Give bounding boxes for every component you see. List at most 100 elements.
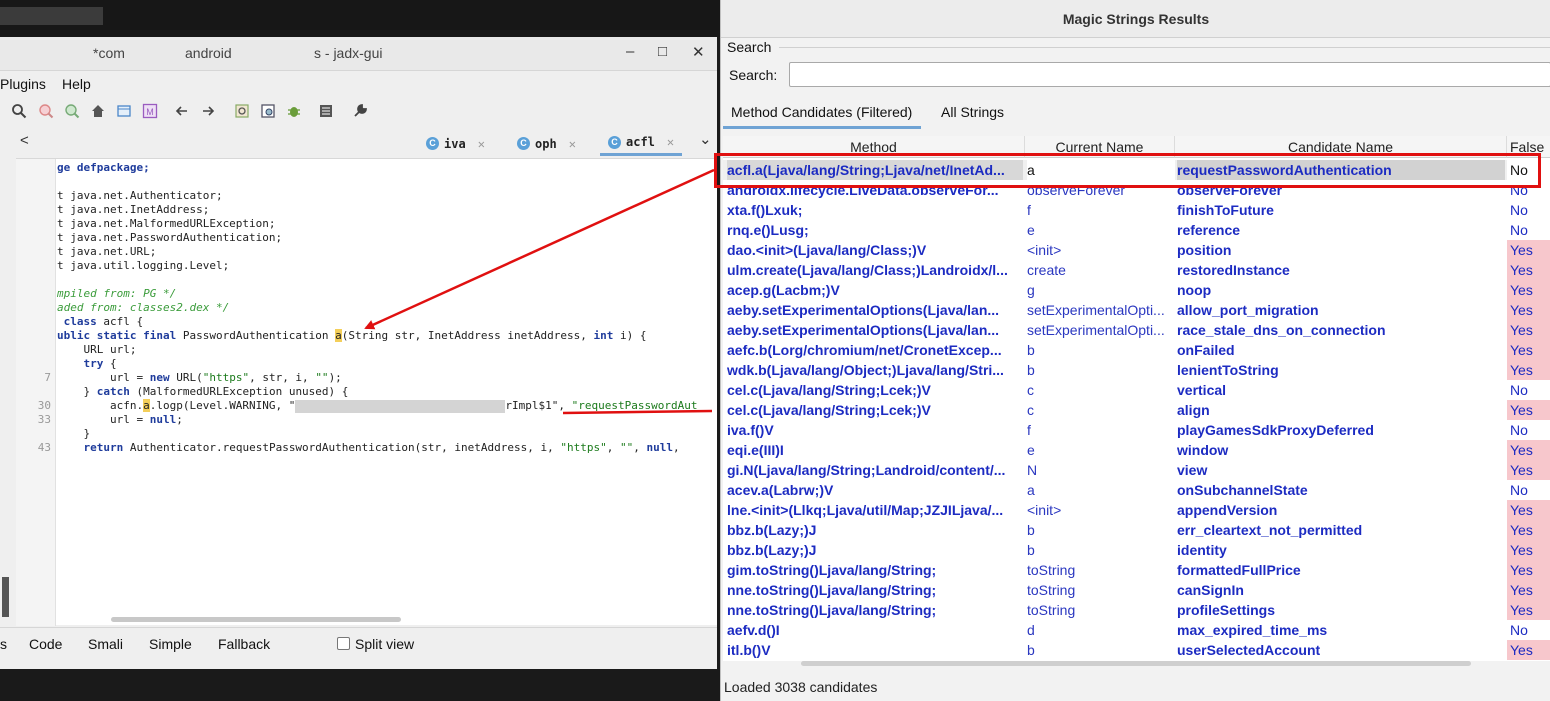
close-button[interactable]: ✕ bbox=[692, 43, 705, 61]
magic-strings-title: Magic Strings Results bbox=[721, 0, 1550, 38]
tab-fallback[interactable]: Fallback bbox=[218, 636, 270, 652]
table-row[interactable]: cel.c(Ljava/lang/String;Lcek;)V c align Yes bbox=[723, 400, 1550, 420]
annotation-highlight-box bbox=[714, 153, 1541, 188]
table-row[interactable]: gi.N(Ljava/lang/String;Landroid/content/… bbox=[723, 460, 1550, 480]
cell-false-positive: No bbox=[1510, 482, 1528, 498]
deobfuscation-icon[interactable] bbox=[258, 101, 278, 121]
table-row[interactable]: rnq.e()Lusg; e reference No bbox=[723, 220, 1550, 240]
bottom-tab-partial[interactable]: s bbox=[0, 636, 7, 652]
cell-current-name: d bbox=[1027, 622, 1035, 638]
cell-current-name: N bbox=[1027, 462, 1038, 478]
table-row[interactable]: wdk.b(Ljava/lang/Object;)Ljava/lang/Stri… bbox=[723, 360, 1550, 380]
cell-candidate-name: onSubchannelState bbox=[1177, 482, 1308, 498]
search-icon[interactable] bbox=[9, 101, 29, 121]
cell-method: aefv.d()I bbox=[727, 622, 780, 638]
table-row[interactable]: aefc.b(Lorg/chromium/net/CronetExcep... b… bbox=[723, 340, 1550, 360]
cell-candidate-name: appendVersion bbox=[1177, 502, 1278, 518]
table-row[interactable]: acep.g(Lacbm;)V g noop Yes bbox=[723, 280, 1550, 300]
minimize-button[interactable]: – bbox=[626, 43, 634, 60]
search-input[interactable] bbox=[789, 62, 1550, 87]
table-row[interactable]: iva.f()V f playGamesSdkProxyDeferred No bbox=[723, 420, 1550, 440]
cell-method: wdk.b(Ljava/lang/Object;)Ljava/lang/Stri… bbox=[727, 362, 1004, 378]
request-password-string: "requestPasswordAut bbox=[571, 399, 698, 412]
table-row[interactable]: nne.toString()Ljava/lang/String; toString… bbox=[723, 580, 1550, 600]
tab-smali[interactable]: Smali bbox=[88, 636, 123, 652]
home-icon[interactable] bbox=[88, 101, 108, 121]
table-row[interactable]: dao.<init>(Ljava/lang/Class;)V <init> posi… bbox=[723, 240, 1550, 260]
table-row[interactable]: aeby.setExperimentalOptions(Ljava/lan...… bbox=[723, 320, 1550, 340]
line-number: 7 bbox=[44, 371, 51, 384]
tab-acfl[interactable]: C acfl ✕ bbox=[600, 131, 683, 156]
cell-false-positive: Yes bbox=[1507, 280, 1550, 300]
code-line-return: return Authenticator.requestPasswordAuth… bbox=[83, 441, 680, 454]
candidates-table[interactable]: Method Current Name Candidate Name False… bbox=[723, 136, 1550, 661]
cell-method: cel.c(Ljava/lang/String;Lcek;)V bbox=[727, 402, 931, 418]
table-row[interactable]: itl.b()V b userSelectedAccount Yes bbox=[723, 640, 1550, 660]
jadx-titlebar: *com android s - jadx-gui – □ ✕ bbox=[0, 37, 717, 71]
close-tab-icon[interactable]: ✕ bbox=[478, 137, 485, 151]
status-bar-text: Loaded 3038 candidates bbox=[724, 679, 878, 695]
table-row[interactable]: ulm.create(Ljava/lang/Class;)Landroidx/l… bbox=[723, 260, 1550, 280]
table-row[interactable]: cel.c(Ljava/lang/String;Lcek;)V c vertical… bbox=[723, 380, 1550, 400]
cell-false-positive: Yes bbox=[1507, 260, 1550, 280]
find-class-icon[interactable] bbox=[36, 101, 56, 121]
tab-method-candidates[interactable]: Method Candidates (Filtered) bbox=[731, 104, 912, 120]
maximize-button[interactable]: □ bbox=[658, 43, 667, 60]
debug-icon[interactable] bbox=[284, 101, 304, 121]
class-icon: C bbox=[426, 137, 439, 150]
table-row[interactable]: aeby.setExperimentalOptions(Ljava/lan...… bbox=[723, 300, 1550, 320]
search-group-label: Search bbox=[727, 39, 772, 55]
cell-current-name: b bbox=[1027, 342, 1035, 358]
code-line: t java.net.URL; bbox=[57, 245, 157, 258]
code-line: class acfl { bbox=[63, 315, 144, 328]
code-editor[interactable]: 7 30 33 43 ge defpackage; t java.net.Aut… bbox=[16, 158, 717, 626]
table-row[interactable]: nne.toString()Ljava/lang/String; toString… bbox=[723, 600, 1550, 620]
code-line: t java.net.MalformedURLException; bbox=[57, 217, 276, 230]
top-panel-widget bbox=[0, 7, 103, 25]
tab-label: acfl bbox=[626, 135, 655, 149]
tab-code[interactable]: Code bbox=[29, 636, 62, 652]
log-icon[interactable] bbox=[316, 101, 336, 121]
wrench-icon[interactable] bbox=[350, 101, 370, 121]
tab-label: iva bbox=[444, 136, 466, 151]
table-row[interactable]: acev.a(Labrw;)V a onSubchannelState No bbox=[723, 480, 1550, 500]
tab-all-strings[interactable]: All Strings bbox=[941, 104, 1004, 120]
menu-plugins[interactable]: Plugins bbox=[0, 76, 46, 92]
left-panel-scrollbar[interactable] bbox=[2, 577, 9, 617]
find-usage-icon[interactable] bbox=[62, 101, 82, 121]
cell-candidate-name: err_cleartext_not_permitted bbox=[1177, 522, 1363, 538]
forward-arrow-icon[interactable] bbox=[198, 101, 218, 121]
table-row[interactable]: aefv.d()I d max_expired_time_ms No bbox=[723, 620, 1550, 640]
back-arrow-icon[interactable] bbox=[172, 101, 192, 121]
title-part-3: s - jadx-gui bbox=[314, 45, 383, 61]
cell-candidate-name: onFailed bbox=[1177, 342, 1235, 358]
method-icon[interactable]: M bbox=[140, 101, 160, 121]
tab-scroll-left-icon[interactable]: < bbox=[20, 132, 29, 149]
table-row[interactable]: bbz.b(Lazy;)J b err_cleartext_not_permitte… bbox=[723, 520, 1550, 540]
cell-candidate-name: identity bbox=[1177, 542, 1227, 558]
close-tab-icon[interactable]: ✕ bbox=[569, 137, 576, 151]
cell-method: lne.<init>(Llkq;Ljava/util/Map;JZJILjava… bbox=[727, 502, 1004, 518]
decompile-icon[interactable] bbox=[232, 101, 252, 121]
tab-iva[interactable]: C iva ✕ bbox=[426, 131, 485, 156]
menu-help[interactable]: Help bbox=[62, 76, 91, 92]
code-line-logp: acfn.a.logp(Level.WARNING, " rImpl$1", "r… bbox=[57, 399, 698, 413]
table-row[interactable]: bbz.b(Lazy;)J b identity Yes bbox=[723, 540, 1550, 560]
cell-false-positive: No bbox=[1510, 622, 1528, 638]
tab-list-chevron-down-icon[interactable]: ⌄ bbox=[699, 130, 712, 148]
close-tab-icon[interactable]: ✕ bbox=[667, 135, 674, 149]
table-horizontal-scrollbar[interactable] bbox=[801, 661, 1471, 666]
editor-horizontal-scrollbar[interactable] bbox=[111, 617, 401, 622]
table-row[interactable]: gim.toString()Ljava/lang/String; toString… bbox=[723, 560, 1550, 580]
window-icon[interactable] bbox=[114, 101, 134, 121]
cell-method: nne.toString()Ljava/lang/String; bbox=[727, 582, 937, 598]
split-view-checkbox[interactable] bbox=[337, 637, 350, 650]
table-row[interactable]: lne.<init>(Llkq;Ljava/util/Map;JZJILjava… bbox=[723, 500, 1550, 520]
table-row[interactable]: eqi.e(III)I e window Yes bbox=[723, 440, 1550, 460]
tab-oph[interactable]: C oph ✕ bbox=[517, 131, 576, 156]
table-row[interactable]: xta.f()Lxuk; f finishToFuture No bbox=[723, 200, 1550, 220]
cell-false-positive: No bbox=[1510, 382, 1528, 398]
cell-method: acev.a(Labrw;)V bbox=[727, 482, 834, 498]
cell-false-positive: No bbox=[1510, 202, 1528, 218]
tab-simple[interactable]: Simple bbox=[149, 636, 192, 652]
